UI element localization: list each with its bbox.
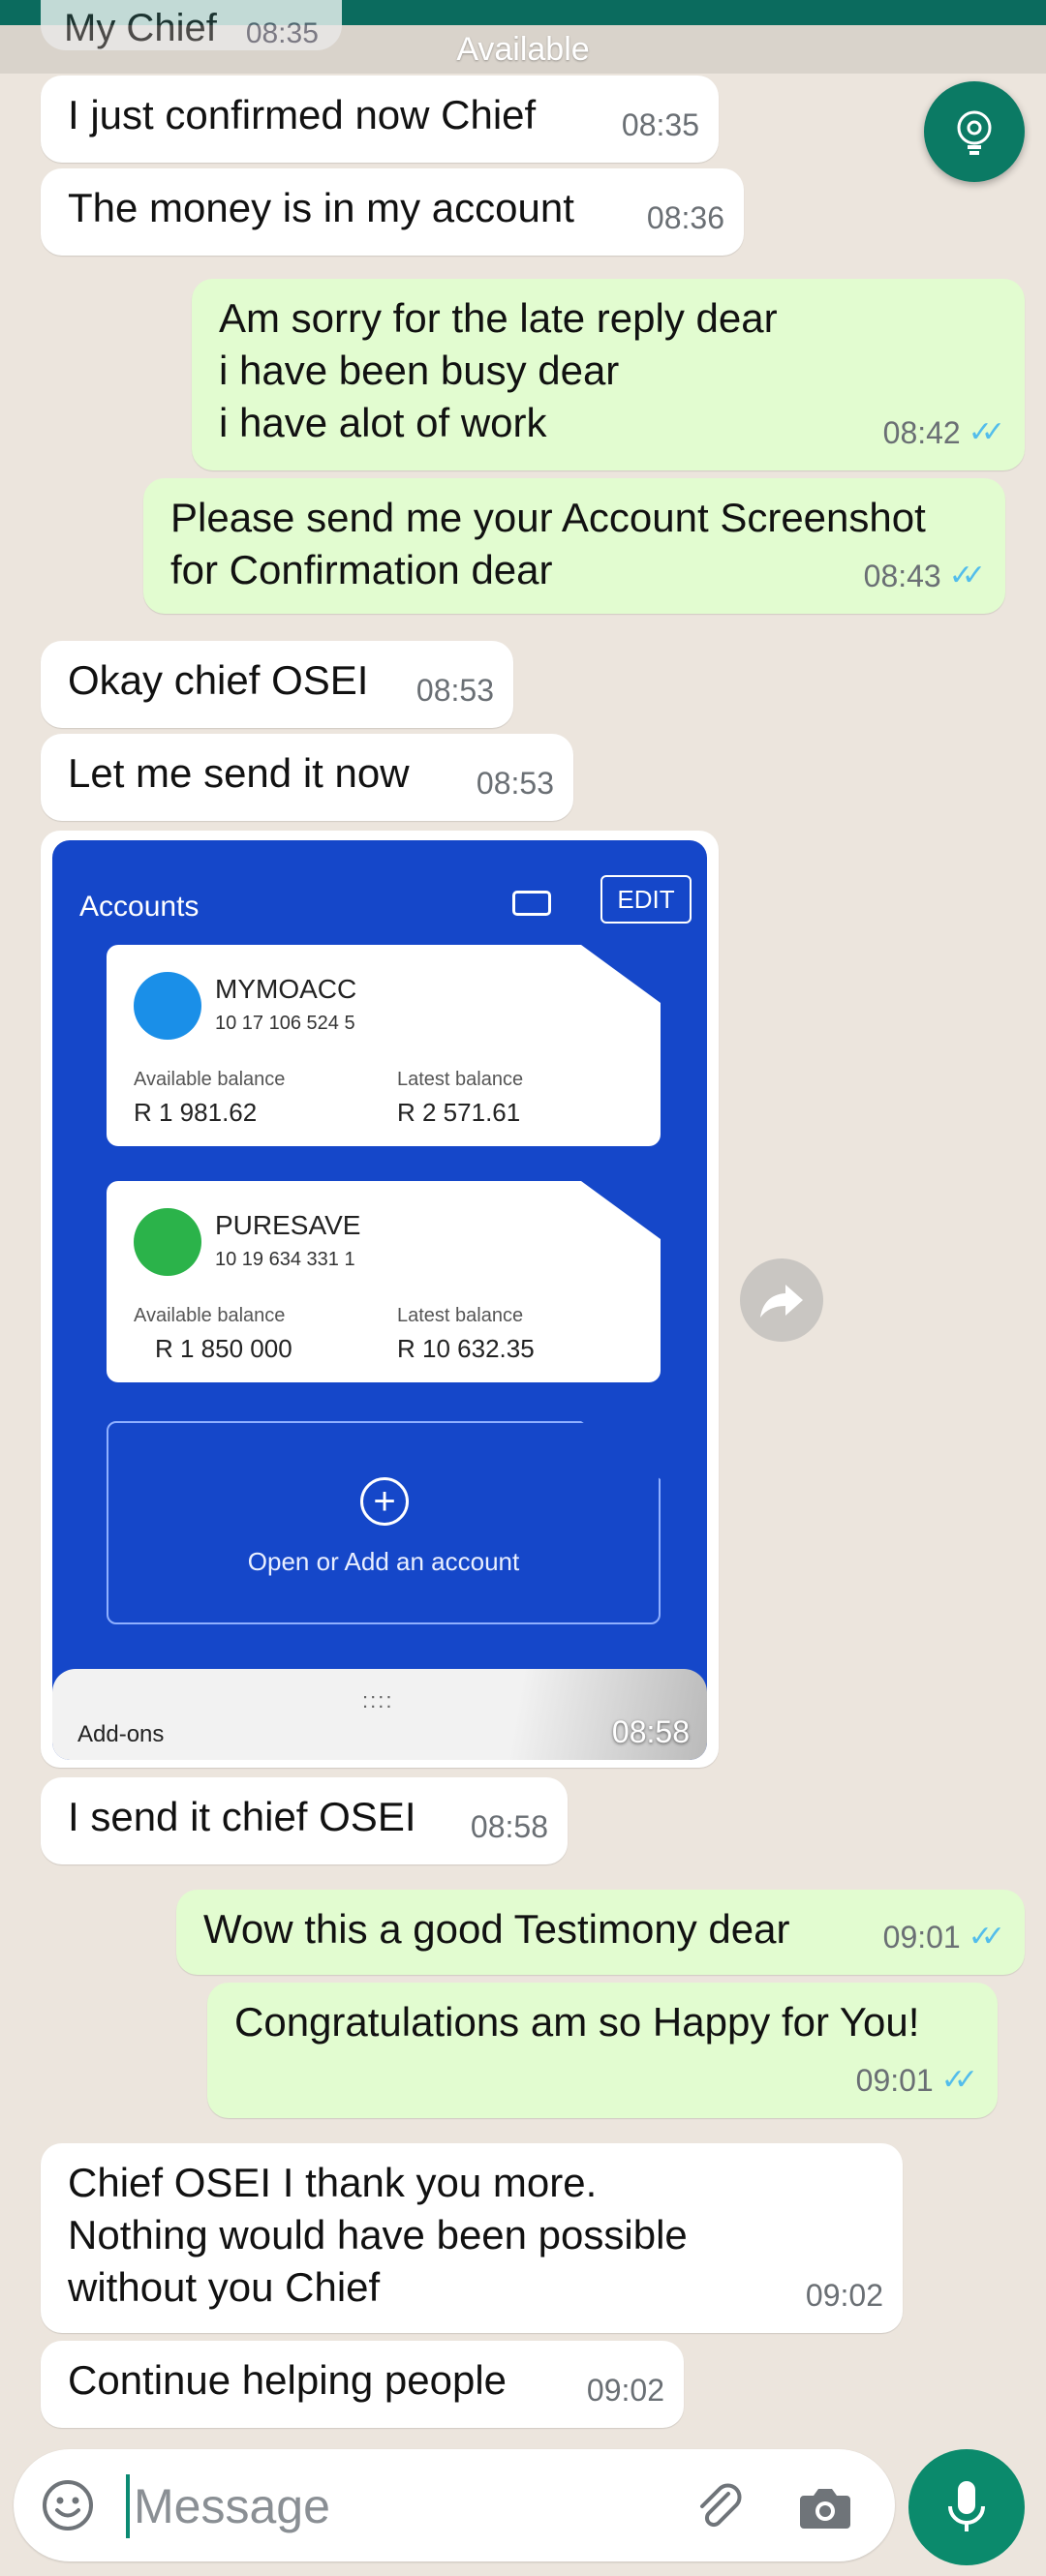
account-name: PURESAVE bbox=[215, 1210, 361, 1240]
message-time: 08:35 bbox=[622, 99, 699, 151]
status-text: Available bbox=[456, 30, 590, 68]
screenshot-title: Accounts bbox=[79, 891, 200, 923]
message-incoming[interactable]: Let me send it now 08:53 bbox=[41, 734, 573, 821]
account-number: 10 19 634 331 1 bbox=[215, 1249, 355, 1270]
time-label: 08:53 bbox=[415, 673, 494, 708]
message-text: Am sorry for the late reply dear i have … bbox=[219, 295, 778, 445]
read-ticks-icon: ✓✓ bbox=[968, 416, 1005, 448]
message-time: 09:01 ✓✓ bbox=[883, 1911, 1005, 1963]
voice-record-button[interactable] bbox=[908, 2449, 1025, 2565]
message-time: 08:58 bbox=[611, 1714, 690, 1749]
message-text: Wow this a good Testimony dear bbox=[203, 1906, 790, 1952]
message-incoming[interactable]: Chief OSEI I thank you more. Nothing wou… bbox=[41, 2143, 903, 2333]
message-text: The money is in my account bbox=[68, 185, 574, 230]
account-card: MYMOACC 10 17 106 524 5 Available balanc… bbox=[107, 945, 661, 1146]
account-name: MYMOACC bbox=[215, 974, 357, 1004]
message-text: I send it chief OSEI bbox=[68, 1794, 416, 1839]
latest-balance: R 2 571.61 bbox=[397, 1098, 521, 1127]
plus-icon: + bbox=[360, 1477, 409, 1526]
message-incoming[interactable]: I send it chief OSEI 08:58 bbox=[41, 1777, 568, 1864]
time-label: 09:01 bbox=[882, 1920, 961, 1955]
message-time: 08:43 ✓✓ bbox=[864, 550, 986, 602]
add-account-label: Open or Add an account bbox=[247, 1547, 520, 1576]
latest-balance: R 10 632.35 bbox=[397, 1334, 535, 1363]
ai-assistant-button[interactable] bbox=[924, 81, 1025, 182]
message-incoming[interactable]: The money is in my account 08:36 bbox=[41, 168, 744, 256]
message-time: 08:42 ✓✓ bbox=[883, 407, 1005, 459]
message-outgoing[interactable]: Please send me your Account Screenshot f… bbox=[143, 478, 1005, 614]
message-outgoing[interactable]: Congratulations am so Happy for You! 09:… bbox=[207, 1983, 998, 2118]
read-ticks-icon: ✓✓ bbox=[968, 1921, 1005, 1953]
message-time: 08:36 bbox=[647, 192, 724, 244]
time-label: 09:01 bbox=[855, 2063, 934, 2098]
available-label: Available balance bbox=[134, 1305, 286, 1326]
message-text: Okay chief OSEI bbox=[68, 657, 369, 703]
time-label: 08:42 bbox=[882, 415, 961, 450]
card-view-icon bbox=[512, 891, 551, 916]
message-outgoing[interactable]: Wow this a good Testimony dear 09:01 ✓✓ bbox=[176, 1890, 1025, 1975]
read-ticks-icon: ✓✓ bbox=[940, 2064, 978, 2096]
time-label: 08:36 bbox=[646, 200, 724, 235]
latest-label: Latest balance bbox=[397, 1305, 524, 1326]
message-time: 09:01 ✓✓ bbox=[856, 2054, 978, 2106]
time-label: 08:43 bbox=[863, 559, 941, 593]
message-incoming[interactable]: Okay chief OSEI 08:53 bbox=[41, 641, 513, 728]
latest-label: Latest balance bbox=[397, 1069, 524, 1090]
message-text: I just confirmed now Chief bbox=[68, 92, 537, 137]
addons-sheet: :::: Add-ons bbox=[52, 1669, 707, 1760]
image-message[interactable]: Accounts EDIT MYMOACC 10 17 106 524 5 Av… bbox=[41, 831, 719, 1768]
message-text: Please send me your Account Screenshot f… bbox=[170, 495, 926, 592]
read-ticks-icon: ✓✓ bbox=[948, 560, 986, 591]
mic-icon bbox=[948, 2481, 985, 2531]
time-label: 08:58 bbox=[470, 1809, 548, 1844]
time-label: 09:02 bbox=[805, 2278, 883, 2313]
message-text: Congratulations am so Happy for You! bbox=[234, 1999, 920, 2045]
coins-icon bbox=[134, 1208, 201, 1276]
message-text: Let me send it now bbox=[68, 750, 410, 796]
message-input[interactable] bbox=[126, 2474, 678, 2538]
time-label: 08:35 bbox=[621, 107, 699, 142]
lightbulb-gear-icon bbox=[957, 110, 992, 155]
message-incoming[interactable]: Continue helping people 09:02 bbox=[41, 2341, 684, 2428]
message-composer bbox=[14, 2449, 895, 2561]
add-account-tile: + Open or Add an account bbox=[107, 1421, 661, 1624]
account-number: 10 17 106 524 5 bbox=[215, 1013, 355, 1034]
banking-screenshot[interactable]: Accounts EDIT MYMOACC 10 17 106 524 5 Av… bbox=[52, 840, 707, 1760]
camera-icon[interactable] bbox=[796, 2480, 854, 2534]
addons-label: Add-ons bbox=[77, 1721, 165, 1747]
message-text: Chief OSEI I thank you more. Nothing wou… bbox=[68, 2160, 688, 2310]
time-label: 09:02 bbox=[586, 2373, 664, 2408]
attach-icon[interactable] bbox=[692, 2480, 746, 2534]
message-time: 08:58 bbox=[471, 1801, 548, 1853]
share-forward-icon bbox=[760, 1285, 803, 1318]
emoji-icon[interactable] bbox=[41, 2478, 95, 2532]
forward-button[interactable] bbox=[740, 1258, 823, 1342]
available-balance: R 1 850 000 bbox=[155, 1334, 292, 1363]
account-card: PURESAVE 10 19 634 331 1 Available balan… bbox=[107, 1181, 661, 1382]
time-label: 08:53 bbox=[476, 766, 554, 801]
wallet-icon bbox=[134, 972, 201, 1040]
status-indicator: Available bbox=[0, 25, 1046, 74]
message-text: Continue helping people bbox=[68, 2357, 508, 2403]
message-incoming[interactable]: I just confirmed now Chief 08:35 bbox=[41, 76, 719, 163]
drag-handle-icon: :::: bbox=[362, 1688, 394, 1712]
message-time: 08:53 bbox=[477, 757, 554, 809]
edit-button: EDIT bbox=[600, 875, 692, 924]
message-time: 08:53 bbox=[416, 664, 494, 716]
message-time: 09:02 bbox=[806, 2269, 883, 2321]
message-outgoing[interactable]: Am sorry for the late reply dear i have … bbox=[192, 279, 1025, 470]
available-label: Available balance bbox=[134, 1069, 286, 1090]
message-time: 09:02 bbox=[587, 2364, 664, 2416]
available-balance: R 1 981.62 bbox=[134, 1098, 258, 1127]
